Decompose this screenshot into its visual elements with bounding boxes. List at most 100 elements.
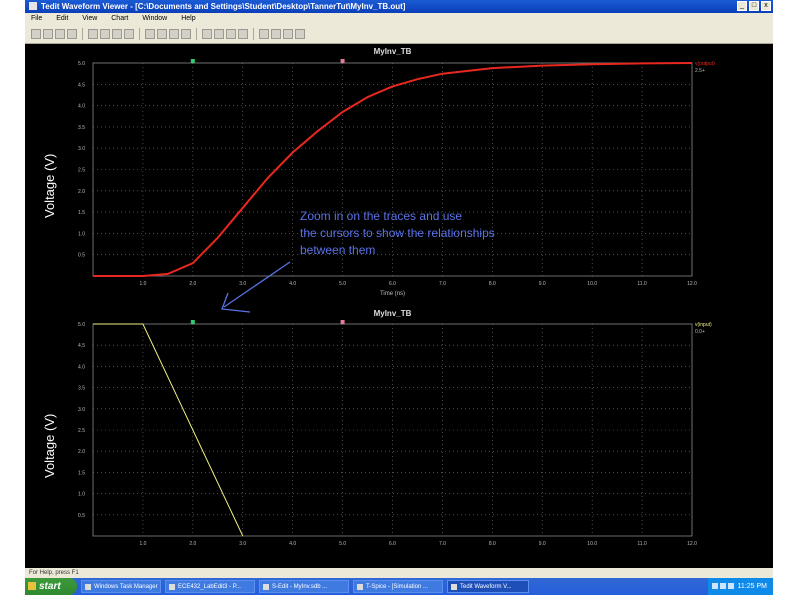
y-tick-label: 4.5 — [78, 343, 85, 349]
x-tick-label: 11.0 — [637, 541, 647, 547]
x-tick-label: 2.0 — [189, 541, 196, 547]
x-tick-label: 4.0 — [289, 281, 296, 287]
x-tick-label: 9.0 — [539, 281, 546, 287]
grid-icon[interactable] — [238, 29, 248, 39]
cursor-marker-b — [340, 59, 345, 63]
legend-entry: v(output) — [695, 61, 715, 67]
taskbar-item-task-manager[interactable]: Windows Task Manager — [81, 580, 161, 593]
menu-bar: File Edit View Chart Window Help — [25, 13, 773, 25]
windows-logo-icon — [28, 582, 36, 590]
tray-icon[interactable] — [711, 583, 718, 589]
y-tick-label: 3.0 — [78, 146, 85, 152]
y-tick-label: 1.0 — [78, 492, 85, 498]
paste-icon[interactable] — [112, 29, 122, 39]
app-icon — [29, 2, 37, 10]
export-icon[interactable] — [271, 29, 281, 39]
status-bar: For Help, press F1 — [25, 568, 773, 578]
print-icon[interactable] — [67, 29, 77, 39]
cut-icon[interactable] — [88, 29, 98, 39]
legend-entry: 2.5+ — [695, 68, 705, 74]
measure-icon[interactable] — [214, 29, 224, 39]
annotation-text: Zoom in on the traces and use the cursor… — [300, 208, 570, 259]
y-tick-label: 3.5 — [78, 125, 85, 131]
save-icon[interactable] — [55, 29, 65, 39]
trace-icon[interactable] — [226, 29, 236, 39]
y-tick-label: 4.0 — [78, 104, 85, 110]
menu-window[interactable]: Window — [142, 15, 167, 22]
x-tick-label: 3.0 — [239, 541, 246, 547]
top-y-axis-label: Voltage (V) — [42, 153, 57, 218]
window-title: Tedit Waveform Viewer - [C:\Documents an… — [41, 2, 406, 11]
y-tick-label: 1.0 — [78, 231, 85, 237]
menu-view[interactable]: View — [82, 15, 97, 22]
toolbar — [25, 25, 773, 44]
menu-edit[interactable]: Edit — [56, 15, 68, 22]
annotation-line-1: Zoom in on the traces and use — [300, 209, 463, 223]
cursor-icon[interactable] — [202, 29, 212, 39]
help-icon[interactable] — [295, 29, 305, 39]
waveform-plots[interactable]: 1.0 2.0 3.0 4.0 5.0 6.0 7.0 8.0 9.0 10.0 11.0 12.0 0… — [25, 44, 773, 568]
toolbar-separator — [139, 28, 140, 40]
toolbar-separator — [82, 28, 83, 40]
taskbar-item-waveform-viewer[interactable]: Tedit Waveform V... — [447, 580, 529, 593]
y-tick-label: 4.0 — [78, 364, 85, 370]
toolbar-separator — [253, 28, 254, 40]
zoom-fit-icon[interactable] — [169, 29, 179, 39]
close-button[interactable]: x — [761, 1, 771, 11]
bottom-y-axis-label: Voltage (V) — [42, 413, 57, 478]
x-tick-label: 7.0 — [439, 281, 446, 287]
x-axis-label: Time (ns) — [380, 291, 405, 297]
system-tray: 11:25 PM — [707, 578, 773, 595]
zoom-out-icon[interactable] — [157, 29, 167, 39]
x-tick-label: 1.0 — [139, 541, 146, 547]
maximize-button[interactable]: □ — [749, 1, 759, 11]
start-button[interactable]: start — [25, 578, 77, 595]
undo-icon[interactable] — [124, 29, 134, 39]
taskbar-item-ece432[interactable]: ECE432_LabEdit3 - P... — [165, 580, 255, 593]
x-tick-label: 8.0 — [489, 541, 496, 547]
x-tick-label: 3.0 — [239, 281, 246, 287]
tray-icon[interactable] — [727, 583, 734, 589]
zoom-in-icon[interactable] — [145, 29, 155, 39]
legend-icon[interactable] — [259, 29, 269, 39]
y-tick-label: 4.5 — [78, 82, 85, 88]
settings-icon[interactable] — [283, 29, 293, 39]
taskbar-item-sedit[interactable]: S-Edit - MyInv.sdb ... — [259, 580, 349, 593]
series-line-vinput — [93, 323, 244, 537]
pan-icon[interactable] — [181, 29, 191, 39]
x-tick-label: 2.0 — [189, 281, 196, 287]
copy-icon[interactable] — [100, 29, 110, 39]
chart-area: 1.0 2.0 3.0 4.0 5.0 6.0 7.0 8.0 9.0 10.0 11.0 12.0 0… — [25, 44, 773, 568]
x-tick-label: 7.0 — [439, 541, 446, 547]
menu-chart[interactable]: Chart — [111, 15, 128, 22]
taskbar: start Windows Task Manager ECE432_LabEdi… — [25, 578, 773, 595]
title-bar: Tedit Waveform Viewer - [C:\Documents an… — [25, 0, 773, 13]
annotation-line-2: the cursors to show the relationships — [300, 226, 495, 240]
legend-entry: 0.0+ — [695, 329, 705, 335]
chart-title: MyInv_TB — [374, 309, 412, 318]
x-tick-label: 11.0 — [637, 281, 647, 287]
x-tick-label: 6.0 — [389, 281, 396, 287]
tray-icon[interactable] — [719, 583, 726, 589]
y-tick-label: 0.5 — [78, 253, 85, 259]
y-tick-label: 5.0 — [78, 322, 85, 328]
menu-file[interactable]: File — [31, 15, 42, 22]
cursor-marker-a — [190, 59, 195, 63]
menu-help[interactable]: Help — [181, 15, 195, 22]
cursor-marker-a — [190, 320, 195, 324]
minimize-button[interactable]: _ — [737, 1, 747, 11]
x-tick-label: 12.0 — [687, 281, 697, 287]
open-icon[interactable] — [43, 29, 53, 39]
new-icon[interactable] — [31, 29, 41, 39]
clock: 11:25 PM — [737, 583, 767, 590]
y-tick-label: 2.5 — [78, 168, 85, 174]
y-tick-label: 1.5 — [78, 210, 85, 216]
x-tick-label: 9.0 — [539, 541, 546, 547]
toolbar-separator — [196, 28, 197, 40]
chart-title: MyInv_TB — [374, 47, 412, 56]
taskbar-item-tspice[interactable]: T-Spice - [Simulation ... — [353, 580, 443, 593]
y-tick-label: 1.5 — [78, 470, 85, 476]
x-tick-label: 1.0 — [139, 281, 146, 287]
x-tick-label: 5.0 — [339, 541, 346, 547]
y-tick-label: 2.0 — [78, 449, 85, 455]
